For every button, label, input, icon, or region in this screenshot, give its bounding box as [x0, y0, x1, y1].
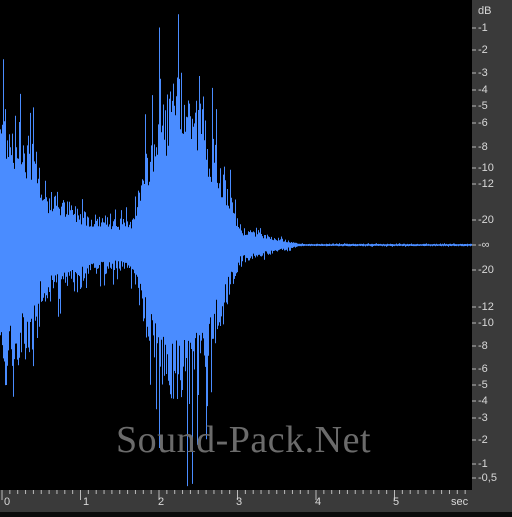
watermark-text: Sound-Pack.Net: [116, 419, 372, 461]
db-label-top-10: -10: [478, 162, 494, 174]
db-label-top-12: -12: [478, 178, 494, 190]
db-label-bottom-2: -2: [478, 434, 488, 446]
db-label-top-4: -4: [478, 84, 488, 96]
db-label-center: -∞: [478, 239, 490, 251]
db-label-bottom-1: -1: [478, 458, 488, 470]
db-label-top-6: -6: [478, 117, 488, 129]
db-label-top-8: -8: [478, 141, 488, 153]
db-label-top-1: -1: [478, 22, 488, 34]
db-label-bottom-4: -4: [478, 395, 488, 407]
db-label-bottom-8: -8: [478, 340, 488, 352]
db-label-bottom-12: -12: [478, 301, 494, 313]
db-label-bottom-05: -0,5: [478, 472, 497, 484]
time-label-2: 2: [158, 496, 165, 508]
db-label-bottom-6: -6: [478, 363, 488, 375]
time-unit-label: sec: [451, 496, 469, 508]
db-label-top-5: -5: [478, 100, 488, 112]
db-label-top-20: -20: [478, 214, 494, 226]
db-label-top-3: -3: [478, 67, 488, 79]
time-label-3: 3: [236, 496, 243, 508]
db-unit-label: dB: [478, 5, 492, 17]
time-label-0: 0: [4, 496, 11, 508]
time-label-5: 5: [393, 496, 400, 508]
waveform-canvas[interactable]: [0, 0, 472, 490]
db-label-top-2: -2: [478, 44, 488, 56]
db-label-bottom-3: -3: [478, 412, 488, 424]
db-label-bottom-20: -20: [478, 264, 494, 276]
time-label-4: 4: [315, 496, 322, 508]
db-label-bottom-10: -10: [478, 317, 494, 329]
waveform-path: [0, 14, 472, 487]
time-label-1: 1: [83, 496, 90, 508]
db-label-bottom-5: -5: [478, 379, 488, 391]
